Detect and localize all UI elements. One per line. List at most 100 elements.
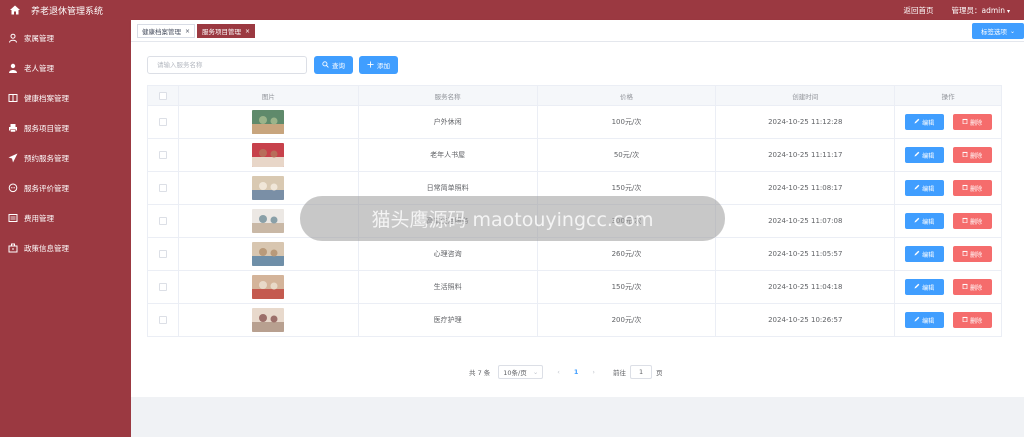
delete-button[interactable]: 删除 bbox=[952, 312, 992, 328]
sidebar-item-family[interactable]: 家属管理 bbox=[0, 23, 131, 53]
edit-button[interactable]: 编辑 bbox=[904, 312, 944, 328]
chat-icon bbox=[8, 183, 18, 193]
service-price: 260元/次 bbox=[538, 238, 717, 270]
row-checkbox[interactable] bbox=[158, 217, 167, 225]
trash-icon bbox=[962, 184, 968, 192]
home-icon[interactable] bbox=[9, 4, 21, 16]
next-page-button[interactable]: › bbox=[592, 368, 595, 376]
page-1-button[interactable]: 1 bbox=[574, 368, 579, 376]
top-right-nav: 返回首页 管理员：admin ▾ bbox=[903, 0, 1010, 20]
sidebar-item-policy[interactable]: 政策信息管理 bbox=[0, 233, 131, 263]
ops-cell: 编辑 删除 bbox=[895, 205, 1003, 237]
service-image bbox=[252, 242, 285, 266]
delete-button[interactable]: 删除 bbox=[952, 147, 992, 163]
trash-icon bbox=[962, 151, 968, 159]
chevron-down-icon: ⌄ bbox=[1009, 27, 1016, 35]
briefcase-icon bbox=[8, 243, 18, 253]
edit-label: 编辑 bbox=[922, 251, 935, 259]
ops-cell: 编辑 删除 bbox=[895, 106, 1003, 138]
sidebar-item-health-records[interactable]: 健康档案管理 bbox=[0, 83, 131, 113]
edit-label: 编辑 bbox=[922, 284, 935, 292]
service-price: 150元/次 bbox=[538, 271, 717, 303]
fee-icon bbox=[8, 213, 18, 223]
service-price: 100元/次 bbox=[538, 106, 717, 138]
close-icon[interactable]: × bbox=[245, 28, 250, 35]
sidebar-item-service-items[interactable]: 服务项目管理 bbox=[0, 113, 131, 143]
row-check-cell bbox=[148, 205, 179, 237]
prev-page-button[interactable]: ‹ bbox=[557, 368, 560, 376]
sidebar-item-elders[interactable]: 老人管理 bbox=[0, 53, 131, 83]
edit-label: 编辑 bbox=[922, 218, 935, 226]
edit-button[interactable]: 编辑 bbox=[904, 213, 944, 229]
watermark-overlay: 猫头鹰源码 maotouyingcc.com bbox=[300, 196, 725, 241]
sidebar-item-appointments[interactable]: 预约服务管理 bbox=[0, 143, 131, 173]
tab-options-button[interactable]: 标签选项 ⌄ bbox=[972, 23, 1024, 39]
home-link[interactable]: 返回首页 bbox=[903, 5, 933, 16]
edit-button[interactable]: 编辑 bbox=[904, 180, 944, 196]
table-row: 老年人书屋 50元/次 2024-10-25 11:11:17 编辑 删除 bbox=[148, 139, 1003, 172]
sidebar-item-label: 政策信息管理 bbox=[24, 243, 69, 253]
header-price: 价格 bbox=[538, 86, 717, 105]
table-row: 医疗护理 200元/次 2024-10-25 10:26:57 编辑 删除 bbox=[148, 304, 1003, 337]
delete-label: 删除 bbox=[970, 218, 983, 226]
row-checkbox[interactable] bbox=[158, 118, 167, 126]
tab-service-items[interactable]: 服务项目管理 × bbox=[197, 24, 256, 38]
delete-label: 删除 bbox=[970, 185, 983, 193]
admin-menu[interactable]: 管理员：admin ▾ bbox=[951, 5, 1010, 16]
created-time: 2024-10-25 11:04:18 bbox=[716, 271, 896, 303]
sidebar-item-evaluations[interactable]: 服务评价管理 bbox=[0, 173, 131, 203]
edit-button[interactable]: 编辑 bbox=[904, 246, 944, 262]
delete-label: 删除 bbox=[970, 152, 983, 160]
add-label: 添加 bbox=[377, 62, 390, 70]
created-time: 2024-10-25 11:05:57 bbox=[716, 238, 896, 270]
edit-button[interactable]: 编辑 bbox=[904, 279, 944, 295]
service-name: 户外休闲 bbox=[359, 106, 538, 138]
row-checkbox[interactable] bbox=[158, 283, 167, 291]
delete-button[interactable]: 删除 bbox=[952, 114, 992, 130]
edit-icon bbox=[914, 316, 920, 324]
row-checkbox[interactable] bbox=[158, 250, 167, 258]
plus-icon bbox=[367, 60, 374, 70]
delete-button[interactable]: 删除 bbox=[952, 279, 992, 295]
edit-icon bbox=[914, 250, 920, 258]
caret-down-icon: ▾ bbox=[1006, 7, 1010, 15]
delete-button[interactable]: 删除 bbox=[952, 180, 992, 196]
ops-cell: 编辑 删除 bbox=[895, 271, 1003, 303]
header-image: 图片 bbox=[179, 86, 359, 105]
search-input[interactable] bbox=[147, 56, 307, 74]
edit-icon bbox=[914, 217, 920, 225]
query-button[interactable]: 查询 bbox=[314, 56, 353, 74]
service-image bbox=[252, 143, 285, 167]
row-checkbox[interactable] bbox=[158, 316, 167, 324]
add-button[interactable]: 添加 bbox=[359, 56, 398, 74]
close-icon[interactable]: × bbox=[185, 28, 190, 35]
edit-label: 编辑 bbox=[922, 317, 935, 325]
sidebar-item-label: 服务项目管理 bbox=[24, 123, 69, 133]
page-size-select[interactable]: 10条/页 ⌄ bbox=[498, 365, 544, 379]
search-icon bbox=[322, 60, 329, 70]
sidebar-item-label: 预约服务管理 bbox=[24, 153, 69, 163]
sidebar-item-label: 费用管理 bbox=[24, 213, 54, 223]
goto-page-input[interactable] bbox=[630, 365, 653, 379]
header-name: 服务名称 bbox=[359, 86, 538, 105]
created-time: 2024-10-25 11:07:08 bbox=[716, 205, 896, 237]
trash-icon bbox=[962, 316, 968, 324]
table-header-row: 图片 服务名称 价格 创建时间 操作 bbox=[148, 86, 1003, 106]
image-cell bbox=[179, 106, 359, 138]
select-all-checkbox[interactable] bbox=[158, 91, 167, 100]
chevron-down-icon: ⌄ bbox=[532, 368, 539, 376]
row-checkbox[interactable] bbox=[158, 151, 167, 159]
header-created: 创建时间 bbox=[716, 86, 896, 105]
image-cell bbox=[179, 139, 359, 171]
sidebar-item-fees[interactable]: 费用管理 bbox=[0, 203, 131, 233]
trash-icon bbox=[962, 283, 968, 291]
delete-button[interactable]: 删除 bbox=[952, 246, 992, 262]
trash-icon bbox=[962, 217, 968, 225]
ops-cell: 编辑 删除 bbox=[895, 304, 1003, 336]
tab-health-records[interactable]: 健康档案管理 × bbox=[137, 24, 196, 38]
edit-button[interactable]: 编辑 bbox=[904, 147, 944, 163]
service-image bbox=[252, 110, 285, 134]
edit-button[interactable]: 编辑 bbox=[904, 114, 944, 130]
delete-button[interactable]: 删除 bbox=[952, 213, 992, 229]
row-checkbox[interactable] bbox=[158, 184, 167, 192]
